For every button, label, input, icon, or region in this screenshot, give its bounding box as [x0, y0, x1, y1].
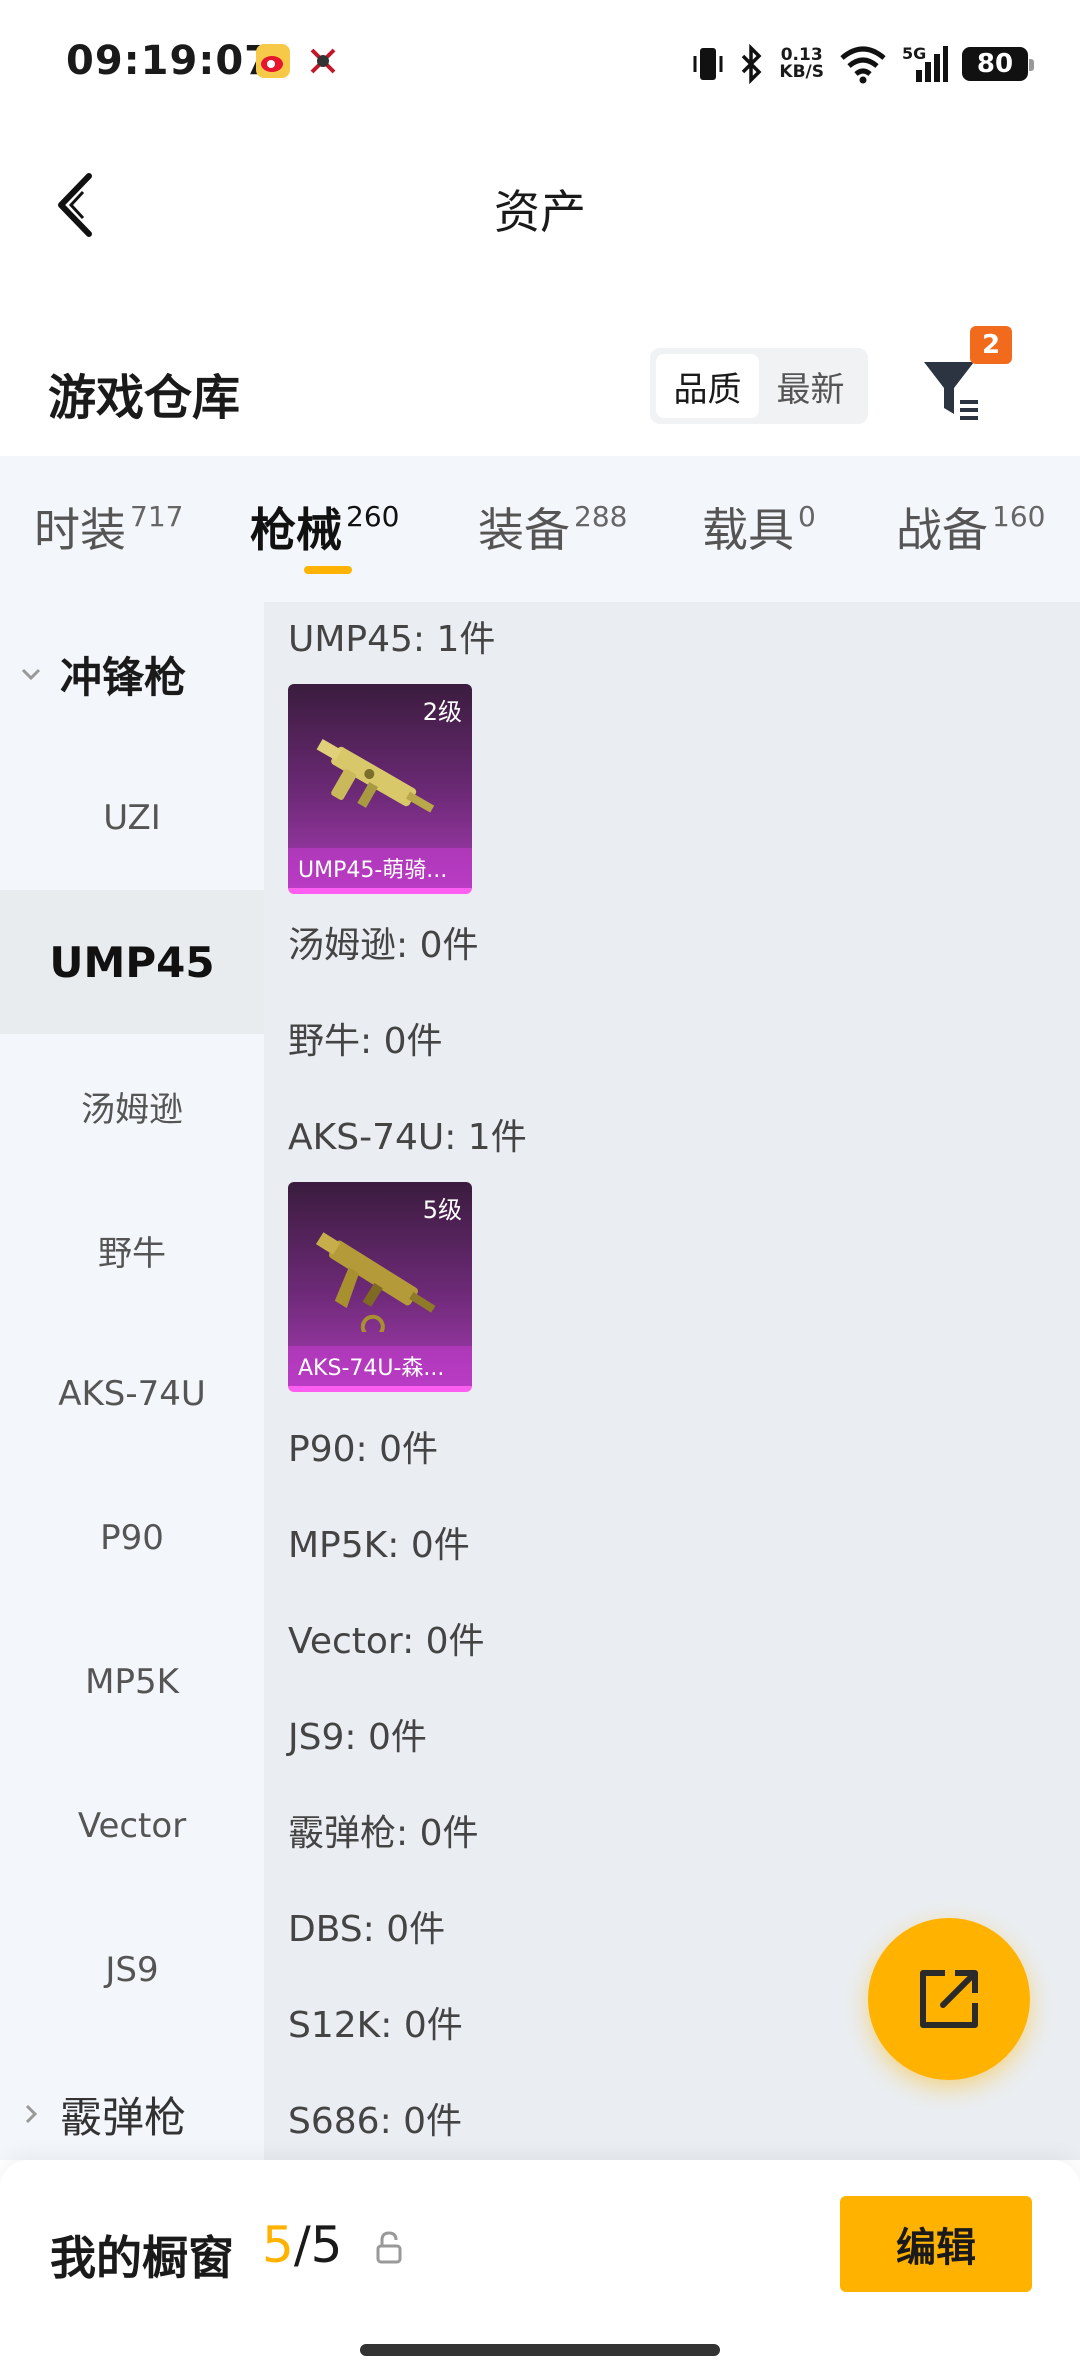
sidebar-item-js9[interactable]: JS9: [0, 1898, 264, 2042]
bluetooth-icon: [742, 44, 762, 84]
showcase-label: 我的橱窗: [50, 2231, 234, 2285]
weapon-row-title: P90: 0件: [288, 1429, 438, 1470]
sort-toggle: 品质 最新: [650, 348, 868, 424]
status-time: 09:19:07: [66, 38, 273, 84]
weapon-row-title: AKS-74U: 1件: [288, 1117, 527, 1158]
app-notification-icon: [306, 44, 340, 78]
showcase-count: 5/5: [262, 2216, 343, 2274]
sort-quality[interactable]: 品质: [656, 354, 759, 418]
weapon-row-title: 汤姆逊: 0件: [288, 925, 479, 966]
edit-button[interactable]: 编辑: [840, 2196, 1032, 2292]
cellular-signal: 5G: [902, 44, 948, 84]
card-level: 5级: [422, 1196, 462, 1224]
weapon-row-title: S686: 0件: [288, 2101, 463, 2142]
sidebar-item-ump45[interactable]: UMP45: [0, 890, 264, 1034]
weapon-row-title: 霰弹枪: 0件: [288, 1813, 479, 1854]
sidebar-group-label: 冲锋枪: [60, 652, 187, 702]
active-tab-indicator: [304, 566, 352, 574]
weapon-row-title: S12K: 0件: [288, 2005, 463, 2046]
sidebar-item-mp5k[interactable]: MP5K: [0, 1610, 264, 1754]
weibo-icon: [256, 44, 290, 78]
filter-count-badge: 2: [970, 326, 1012, 364]
filter-icon: [924, 362, 978, 420]
card-name: UMP45-萌骑...: [288, 848, 472, 888]
sort-latest[interactable]: 最新: [759, 354, 862, 418]
navigation-bar: 资产: [0, 140, 1080, 270]
share-button[interactable]: [868, 1918, 1030, 2080]
net-speed: 0.13 KB/S: [779, 45, 824, 82]
cellular-signal-icon: [916, 46, 948, 82]
sidebar-group-label: 霰弹枪: [60, 2092, 187, 2142]
weapon-row-title: UMP45: 1件: [288, 619, 496, 660]
battery-indicator: 80: [962, 47, 1034, 81]
weapon-row-title: DBS: 0件: [288, 1909, 446, 1950]
weapon-row-title: Vector: 0件: [288, 1621, 485, 1662]
weapon-sidebar: 冲锋枪 UZI UMP45 汤姆逊 野牛 AKS-74U P90 MP5K Ve…: [0, 602, 264, 2160]
warehouse-header: 游戏仓库 品质 最新 2: [0, 320, 1080, 450]
vibrate-icon: [693, 48, 723, 80]
category-tabs: 时装 717 枪械 260 装备 288 载具 0 战备 160: [0, 456, 1080, 602]
warehouse-title: 游戏仓库: [48, 370, 241, 426]
tab-firearms[interactable]: 枪械 260: [250, 494, 399, 560]
sidebar-group-shotgun[interactable]: 霰弹枪: [0, 2042, 264, 2160]
weapon-skin-card[interactable]: 5级 AKS-74U-森...: [288, 1182, 472, 1392]
tab-fashion[interactable]: 时装 717: [34, 494, 183, 560]
smg-skin-image: [316, 738, 435, 813]
sidebar-item-thompson[interactable]: 汤姆逊: [0, 1034, 264, 1178]
sidebar-item-vector[interactable]: Vector: [0, 1754, 264, 1898]
card-level: 2级: [422, 698, 462, 726]
sidebar-item-aks74u[interactable]: AKS-74U: [0, 1322, 264, 1466]
status-indicators: 0.13 KB/S 5G 80: [691, 40, 1034, 88]
share-icon: [920, 1970, 978, 2028]
weapon-row-title: 野牛: 0件: [288, 1021, 443, 1062]
status-bar: 09:19:07 0.13 KB/S 5G 80: [0, 0, 1080, 120]
card-name: AKS-74U-森...: [288, 1346, 472, 1386]
sidebar-item-bizon[interactable]: 野牛: [0, 1178, 264, 1322]
tab-vehicles[interactable]: 载具 0: [702, 494, 816, 560]
showcase-bar: 我的橱窗 5/5 编辑: [0, 2160, 1080, 2375]
lock-icon: [376, 2231, 402, 2264]
page-title: 资产: [494, 185, 586, 239]
smg-skin-image: [315, 1232, 436, 1332]
chevron-down-icon: [20, 663, 42, 685]
wifi-icon: [840, 46, 886, 84]
tab-supplies[interactable]: 战备 160: [896, 494, 1045, 560]
weapon-row-title: MP5K: 0件: [288, 1525, 470, 1566]
filter-button[interactable]: 2: [920, 326, 1020, 436]
chevron-right-icon: [20, 2103, 42, 2125]
sidebar-item-uzi[interactable]: UZI: [0, 746, 264, 890]
sidebar-item-p90[interactable]: P90: [0, 1466, 264, 1610]
weapon-skin-card[interactable]: 2级 UMP45-萌骑...: [288, 684, 472, 894]
home-indicator: [360, 2344, 720, 2356]
weapon-row-title: JS9: 0件: [288, 1717, 427, 1758]
tab-equipment[interactable]: 装备 288: [478, 494, 627, 560]
sidebar-group-smg[interactable]: 冲锋枪: [0, 602, 264, 746]
